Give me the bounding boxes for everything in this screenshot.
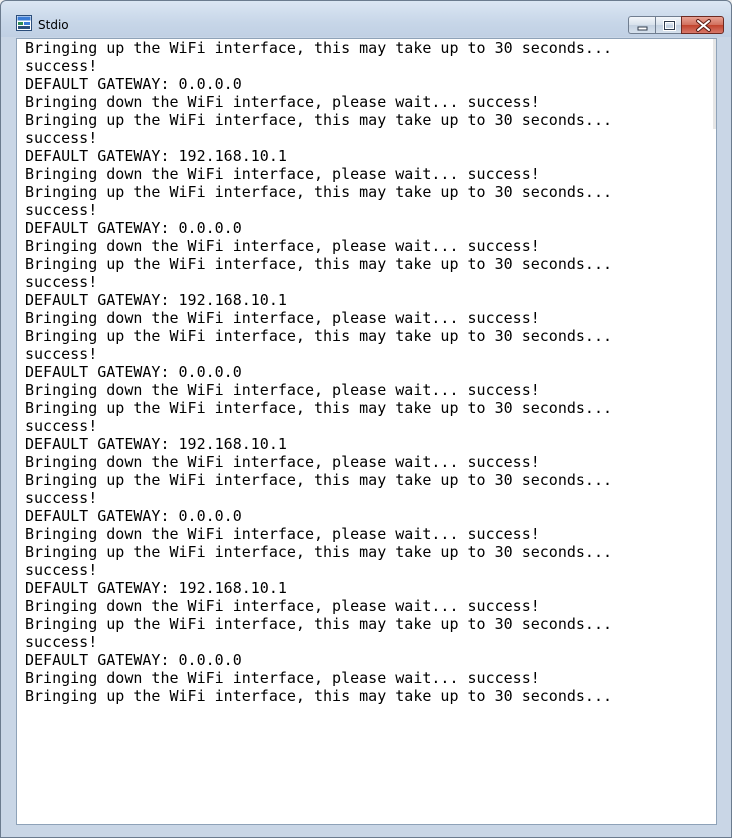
- console-line: DEFAULT GATEWAY: 0.0.0.0: [25, 507, 242, 525]
- console-line: Bringing down the WiFi interface, please…: [25, 597, 540, 615]
- console-line: Bringing down the WiFi interface, please…: [25, 381, 540, 399]
- console-line: success!: [25, 273, 98, 291]
- console-line: Bringing up the WiFi interface, this may…: [25, 399, 612, 417]
- console-line: DEFAULT GATEWAY: 0.0.0.0: [25, 219, 242, 237]
- console-line: success!: [25, 201, 98, 219]
- console-line: Bringing up the WiFi interface, this may…: [25, 327, 612, 345]
- caption-buttons: [628, 16, 724, 34]
- console-line: DEFAULT GATEWAY: 192.168.10.1: [25, 435, 287, 453]
- console-line: success!: [25, 57, 98, 75]
- console-line: success!: [25, 561, 98, 579]
- console-line: DEFAULT GATEWAY: 0.0.0.0: [25, 363, 242, 381]
- console-line: success!: [25, 129, 98, 147]
- console-line: Bringing down the WiFi interface, please…: [25, 453, 540, 471]
- console-line: Bringing down the WiFi interface, please…: [25, 525, 540, 543]
- console-line: Bringing up the WiFi interface, this may…: [25, 111, 612, 129]
- console-line: Bringing up the WiFi interface, this may…: [25, 615, 612, 633]
- console-output: Bringing up the WiFi interface, this may…: [25, 39, 715, 705]
- close-icon: [696, 19, 711, 32]
- console-line: DEFAULT GATEWAY: 0.0.0.0: [25, 75, 242, 93]
- terminal-app-icon[interactable]: [16, 15, 32, 31]
- console-line: Bringing up the WiFi interface, this may…: [25, 255, 612, 273]
- console-line: Bringing down the WiFi interface, please…: [25, 165, 540, 183]
- title-bar[interactable]: Stdio: [1, 1, 731, 37]
- console-line: success!: [25, 489, 98, 507]
- console-line: DEFAULT GATEWAY: 192.168.10.1: [25, 291, 287, 309]
- stdio-window: Stdio Bringing up the WiFi interface, th…: [0, 0, 732, 838]
- console-line: Bringing down the WiFi interface, please…: [25, 309, 540, 327]
- minimize-button[interactable]: [628, 16, 655, 34]
- console-line: Bringing down the WiFi interface, please…: [25, 669, 540, 687]
- console-line: Bringing down the WiFi interface, please…: [25, 237, 540, 255]
- maximize-button[interactable]: [655, 16, 681, 34]
- console-line: Bringing up the WiFi interface, this may…: [25, 183, 612, 201]
- console-line: Bringing up the WiFi interface, this may…: [25, 687, 612, 705]
- console-line: Bringing down the WiFi interface, please…: [25, 93, 540, 111]
- console-line: Bringing up the WiFi interface, this may…: [25, 543, 612, 561]
- window-title: Stdio: [38, 18, 69, 32]
- console-line: Bringing up the WiFi interface, this may…: [25, 471, 612, 489]
- maximize-icon: [663, 20, 676, 31]
- console-line: DEFAULT GATEWAY: 192.168.10.1: [25, 579, 287, 597]
- console-line: success!: [25, 633, 98, 651]
- minimize-icon: [637, 26, 648, 31]
- console-line: DEFAULT GATEWAY: 192.168.10.1: [25, 147, 287, 165]
- close-button[interactable]: [681, 16, 724, 34]
- console-line: success!: [25, 345, 98, 363]
- console-line: DEFAULT GATEWAY: 0.0.0.0: [25, 651, 242, 669]
- console-line: success!: [25, 417, 98, 435]
- console-area[interactable]: Bringing up the WiFi interface, this may…: [16, 38, 717, 825]
- console-line: Bringing up the WiFi interface, this may…: [25, 39, 612, 57]
